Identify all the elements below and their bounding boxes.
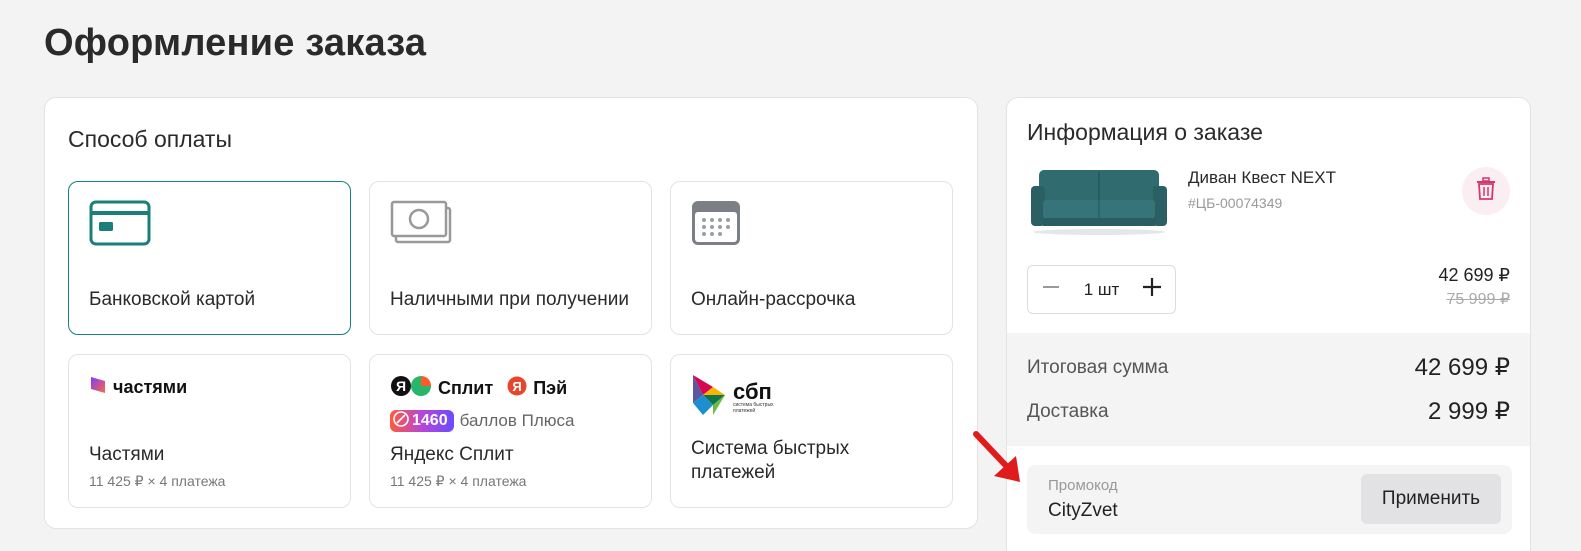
calendar-icon [691,200,741,251]
credit-card-icon [89,200,151,251]
payment-option-label: Частями [89,444,165,465]
pay-brand-text: Пэй [533,378,568,398]
sofa-image [1029,164,1169,241]
order-summary: Итоговая сумма 42 699 ₽ Доставка 2 999 ₽ [1007,333,1530,446]
trash-icon [1476,176,1496,206]
promo-code-box: Промокод Применить [1027,465,1512,534]
chastyami-logo-icon [89,375,107,400]
promo-code-label: Промокод [1048,477,1118,494]
payment-option-label: Яндекс Сплит [390,444,514,465]
product-sku: #ЦБ-00074349 [1188,195,1283,211]
payment-option-cash[interactable]: Наличными при получении [369,181,652,335]
svg-text:Я: Я [396,378,406,394]
promo-code-input[interactable] [1048,500,1328,522]
total-row: Итоговая сумма 42 699 ₽ [1027,353,1510,382]
payment-option-chastyami[interactable]: частями Частями 11 425 ₽ × 4 платежа [68,354,351,508]
decrease-quantity-button[interactable] [1028,266,1074,313]
payment-option-label: Банковской картой [89,289,256,310]
sbp-logo-icon [691,373,727,422]
plus-points-text: баллов Плюса [459,411,575,430]
product-price: 42 699 ₽ [1438,265,1510,285]
yandex-split-brand: Я Сплит Я Пэй [390,375,567,402]
increase-quantity-button[interactable] [1129,266,1175,313]
page-title: Оформление заказа [44,22,427,64]
delete-item-button[interactable] [1462,167,1510,215]
chastyami-brand-text: частями [113,377,188,397]
delivery-row: Доставка 2 999 ₽ [1027,397,1510,426]
minus-icon [1041,277,1061,302]
product-name: Диван Квест NEXT [1188,168,1336,187]
plus-icon [1141,276,1163,303]
plus-icon [393,410,409,432]
yandex-split-logo-icon: Я [390,375,432,402]
sbp-brand: сбп система быстрых платежей [691,373,783,422]
payment-option-yandex-split[interactable]: Я Сплит Я Пэй 1460 баллов Плюса Яндекс С… [369,354,652,508]
payment-option-label: Наличными при получении [390,289,629,310]
delivery-label: Доставка [1027,400,1109,422]
product-old-price: 75 999 ₽ [1446,291,1510,308]
sbp-brand-subtext: система быстрых платежей [733,401,774,414]
yandex-pay-icon: Я [507,376,527,401]
payment-method-heading: Способ оплаты [68,126,232,152]
delivery-value: 2 999 ₽ [1428,398,1510,425]
payment-option-sub: 11 425 ₽ × 4 платежа [89,473,226,489]
plus-points-row: 1460 баллов Плюса [390,410,574,432]
payment-option-bank-card[interactable]: Банковской картой [68,181,351,335]
chastyami-brand: частями [89,375,187,400]
plus-points-badge: 1460 [390,410,454,432]
red-arrow-icon [968,428,1028,493]
total-label: Итоговая сумма [1027,356,1169,378]
split-brand-text: Сплит [438,378,494,398]
order-info-heading: Информация о заказе [1027,119,1263,145]
payment-option-label: Онлайн-рассрочка [691,289,856,310]
cash-icon [390,200,452,251]
quantity-stepper: 1 шт [1027,265,1176,314]
total-value: 42 699 ₽ [1414,354,1510,381]
quantity-value: 1 шт [1083,279,1120,299]
payment-method-panel: Способ оплаты Банковской картой Наличным… [44,97,978,529]
plus-points-value: 1460 [412,412,448,429]
payment-option-sub: 11 425 ₽ × 4 платежа [390,473,527,489]
payment-option-label: Система быстрых платежей [691,438,850,483]
order-info-panel: Информация о заказе Диван Квест NEXT #ЦБ… [1006,97,1531,551]
payment-option-installment[interactable]: Онлайн-рассрочка [670,181,953,335]
svg-text:Я: Я [513,379,522,394]
payment-option-sbp[interactable]: сбп система быстрых платежей Система быс… [670,354,953,508]
apply-promo-button[interactable]: Применить [1361,474,1501,524]
sbp-brand-text: сбп [733,378,772,404]
